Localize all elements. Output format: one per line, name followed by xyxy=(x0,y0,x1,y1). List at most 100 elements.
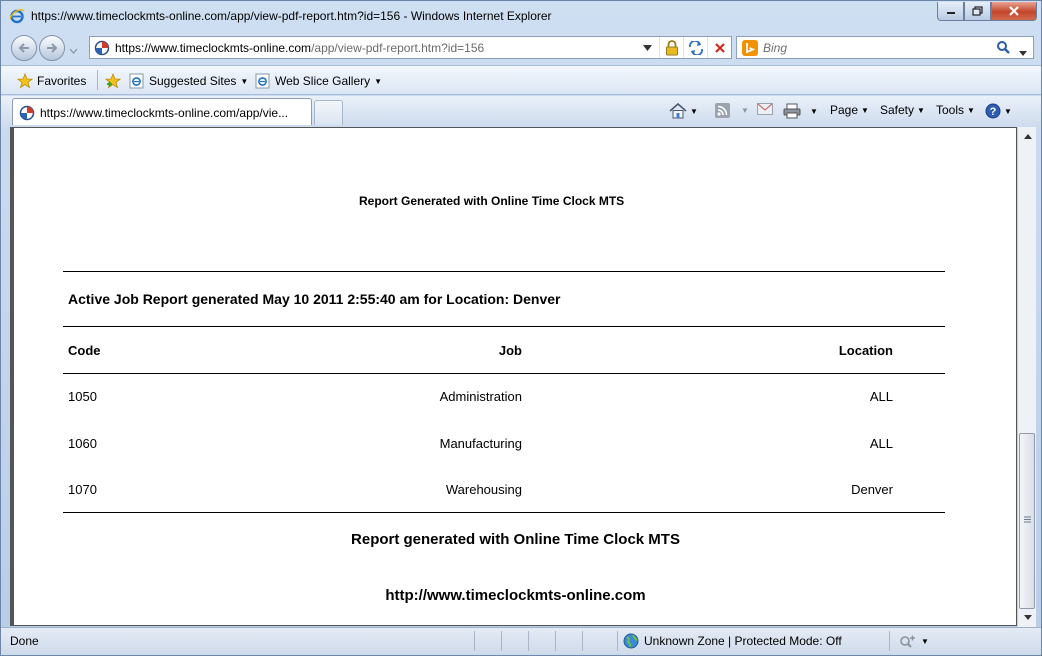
read-mail-button[interactable] xyxy=(757,103,773,115)
tools-menu[interactable]: Tools ▼ xyxy=(936,103,975,117)
ie-page-icon xyxy=(255,73,270,89)
print-icon xyxy=(783,103,801,119)
stop-button[interactable] xyxy=(707,37,731,58)
lock-icon xyxy=(665,39,678,55)
minimize-button[interactable] xyxy=(937,2,964,21)
forward-button[interactable] xyxy=(39,35,65,61)
address-tools xyxy=(635,37,731,58)
divider xyxy=(63,326,945,327)
triangle-up-icon xyxy=(1023,134,1032,139)
home-icon xyxy=(669,103,687,119)
security-lock-button[interactable] xyxy=(659,37,683,58)
back-arrow-icon xyxy=(18,43,29,53)
safety-menu[interactable]: Safety ▼ xyxy=(880,103,925,117)
chevron-down-icon: ▼ xyxy=(967,105,975,115)
search-box[interactable]: Bing xyxy=(736,36,1034,59)
status-separator xyxy=(474,631,475,651)
divider xyxy=(63,271,945,272)
chevron-down-icon: ▼ xyxy=(921,636,929,646)
tools-menu-label: Tools xyxy=(936,103,965,117)
browser-window: https://www.timeclockmts-online.com/app/… xyxy=(0,0,1042,656)
report-title: Active Job Report generated May 10 2011 … xyxy=(68,291,561,307)
star-icon xyxy=(17,73,33,89)
refresh-icon xyxy=(688,40,703,55)
column-header-location: Location xyxy=(838,343,893,358)
search-options-dropdown[interactable] xyxy=(1019,45,1027,59)
favorites-label: Favorites xyxy=(37,74,87,88)
triangle-down-icon xyxy=(1019,51,1027,56)
status-text: Done xyxy=(10,634,39,648)
close-icon xyxy=(1009,5,1019,16)
print-button[interactable]: ▼ xyxy=(783,103,818,119)
window-title: https://www.timeclockmts-online.com/app/… xyxy=(31,9,552,23)
favorites-button[interactable]: Favorites xyxy=(17,73,86,89)
url-domain: https://www.timeclockmts-online.com xyxy=(115,41,312,55)
safety-menu-label: Safety xyxy=(880,103,915,117)
scrollbar-thumb[interactable] xyxy=(1019,433,1035,609)
report-footer-url[interactable]: http://www.timeclockmts-online.com xyxy=(14,587,1017,604)
scroll-up-button[interactable] xyxy=(1021,130,1034,143)
column-header-code: Code xyxy=(68,343,101,358)
row-location: Denver xyxy=(851,482,893,497)
grip-icon xyxy=(1024,516,1031,523)
page-menu-label: Page xyxy=(830,103,859,117)
new-tab-button[interactable] xyxy=(314,100,343,125)
site-favicon-icon xyxy=(19,105,35,121)
add-to-favorites-bar-button[interactable] xyxy=(105,73,122,89)
address-bar[interactable]: https://www.timeclockmts-online.com/app/… xyxy=(89,36,732,59)
globe-icon xyxy=(623,633,639,649)
tab-current[interactable]: https://www.timeclockmts-online.com/app/… xyxy=(12,98,312,125)
divider xyxy=(63,373,945,374)
site-favicon-icon xyxy=(94,40,110,56)
vertical-scrollbar[interactable] xyxy=(1017,127,1036,627)
url-path: /app/view-pdf-report.htm?id=156 xyxy=(311,41,485,55)
chevron-down-icon xyxy=(69,48,78,54)
status-separator xyxy=(582,631,583,651)
web-slice-gallery-label: Web Slice Gallery xyxy=(275,74,371,88)
divider xyxy=(63,512,945,513)
help-menu[interactable]: ? ▼ xyxy=(985,103,1012,119)
recent-pages-dropdown[interactable] xyxy=(69,43,78,57)
maximize-button[interactable] xyxy=(964,2,991,21)
close-button[interactable] xyxy=(991,2,1037,21)
status-separator xyxy=(528,631,529,651)
svg-text:?: ? xyxy=(990,106,997,118)
search-input[interactable]: Bing xyxy=(763,41,787,55)
scroll-down-button[interactable] xyxy=(1021,611,1034,624)
refresh-button[interactable] xyxy=(683,37,707,58)
triangle-down-icon xyxy=(1023,615,1032,620)
zoom-icon xyxy=(900,635,915,648)
address-dropdown-button[interactable] xyxy=(635,37,659,58)
back-button[interactable] xyxy=(11,35,37,61)
bing-icon xyxy=(742,40,758,56)
status-bar: Done Unknown Zone | Protected Mode: Off … xyxy=(1,627,1041,655)
feeds-button[interactable]: ▼ xyxy=(715,103,749,118)
row-code: 1050 xyxy=(68,389,97,404)
home-button[interactable]: ▼ xyxy=(669,103,698,119)
page-content: Report Generated with Online Time Clock … xyxy=(10,127,1017,626)
report-footer-text: Report generated with Online Time Clock … xyxy=(351,531,680,548)
ie-page-icon xyxy=(129,73,144,89)
zone-label: Unknown Zone | Protected Mode: Off xyxy=(644,634,842,648)
suggested-sites-button[interactable]: Suggested Sites ▼ xyxy=(129,73,248,89)
favorites-separator xyxy=(97,70,98,90)
search-button[interactable] xyxy=(996,40,1011,58)
zoom-control[interactable]: ▼ xyxy=(899,633,929,649)
row-location: ALL xyxy=(869,436,893,451)
security-zone[interactable]: Unknown Zone | Protected Mode: Off xyxy=(623,633,842,649)
tab-label: https://www.timeclockmts-online.com/app/… xyxy=(40,106,289,120)
forward-arrow-icon xyxy=(47,43,58,53)
stop-icon xyxy=(714,42,725,53)
triangle-down-icon xyxy=(642,44,652,51)
url-text[interactable]: https://www.timeclockmts-online.com/app/… xyxy=(115,41,484,55)
web-slice-gallery-button[interactable]: Web Slice Gallery ▼ xyxy=(255,73,382,89)
chevron-down-icon: ▼ xyxy=(810,106,818,116)
rss-icon xyxy=(715,103,730,118)
status-separator xyxy=(555,631,556,651)
chevron-down-icon: ▼ xyxy=(240,76,249,86)
row-code: 1070 xyxy=(68,482,97,497)
magnifier-icon xyxy=(997,41,1010,54)
page-menu[interactable]: Page ▼ xyxy=(830,103,869,117)
window-controls xyxy=(937,2,1037,21)
favorites-bar: Favorites Suggested Sites ▼ Web Slice Ga… xyxy=(1,65,1041,95)
